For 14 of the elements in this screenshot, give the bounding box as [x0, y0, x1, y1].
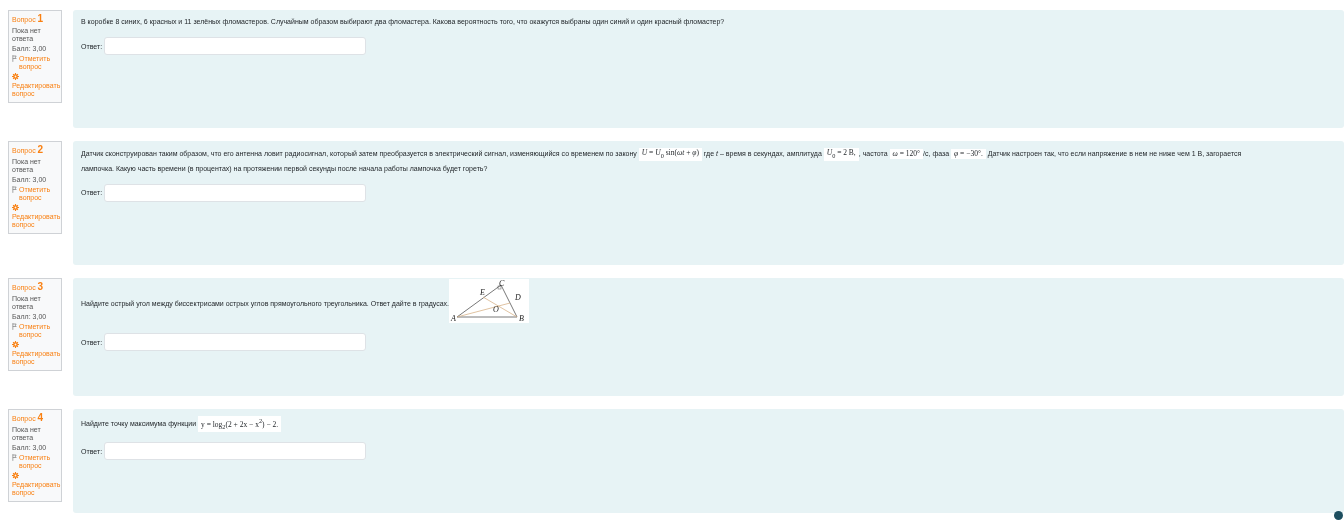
gear-icon	[12, 73, 19, 80]
answer-field[interactable]	[104, 37, 367, 55]
round-button[interactable]	[1334, 511, 1343, 520]
flag-icon	[12, 323, 17, 330]
gear-icon	[12, 204, 19, 211]
gear-icon	[12, 341, 19, 348]
answer-field[interactable]	[104, 442, 367, 460]
flag-icon	[12, 55, 17, 62]
answer-field[interactable]	[104, 183, 367, 202]
flag-icon	[12, 186, 17, 193]
flag-icon	[12, 454, 17, 461]
gear-icon	[12, 472, 19, 479]
triangle-drawing: C E D O A B	[449, 279, 530, 323]
answer-field[interactable]	[104, 333, 367, 351]
